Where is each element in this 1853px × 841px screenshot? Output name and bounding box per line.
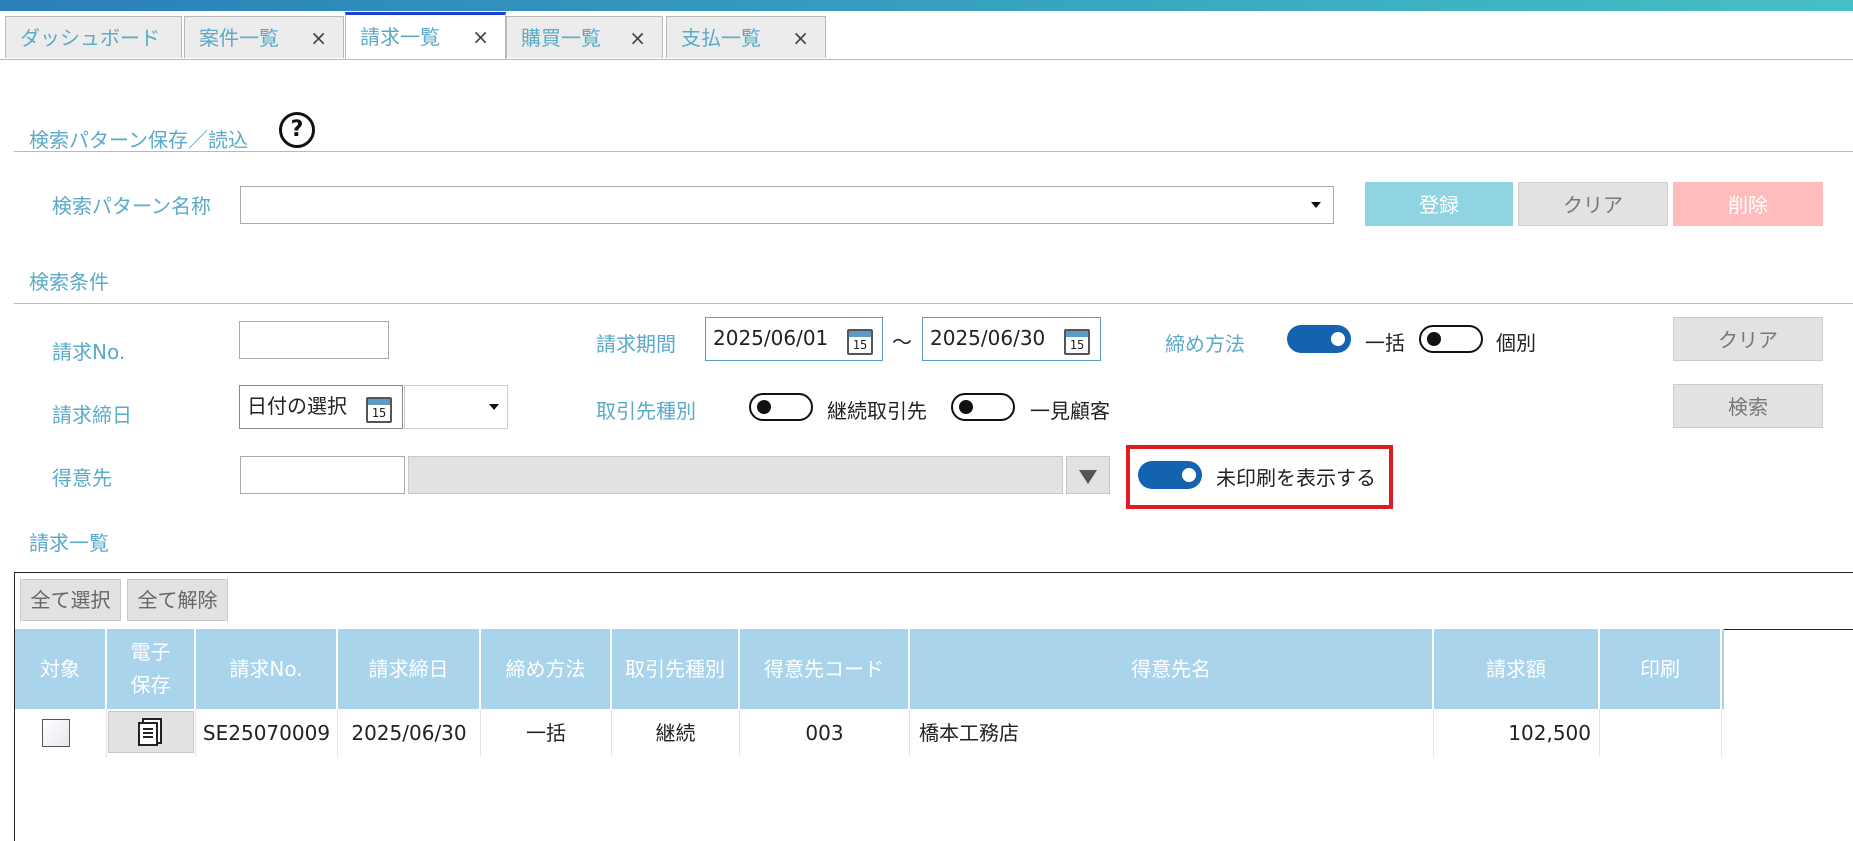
tab-label: 案件一覧 (199, 26, 279, 50)
search-conditions-section: 検索条件 (14, 262, 1853, 304)
tab-purchases[interactable]: 購買一覧 × (506, 16, 663, 58)
register-button[interactable]: 登録 (1365, 182, 1513, 226)
invoice-table: 全て選択 全て解除 対象 電子 保存 請求No. 請求締日 締め方法 取引先種別… (14, 572, 1853, 841)
close-icon[interactable]: × (310, 17, 327, 59)
pattern-name-select[interactable] (240, 186, 1334, 224)
delete-button[interactable]: 削除 (1673, 182, 1823, 226)
closing-date-label: 請求締日 (52, 403, 132, 427)
cell-partner-type: 継続 (612, 709, 740, 757)
cell-closing-date: 2025/06/30 (338, 709, 481, 757)
partner-type-label: 取引先種別 (596, 399, 696, 423)
table-header: 対象 電子 保存 請求No. 請求締日 締め方法 取引先種別 得意先コード 得意… (15, 629, 1724, 709)
help-icon[interactable]: ? (279, 112, 315, 148)
customer-name-field[interactable] (408, 456, 1063, 494)
customer-label: 得意先 (52, 466, 112, 490)
calendar-icon[interactable]: 15 (366, 397, 392, 423)
document-icon (138, 718, 162, 746)
invoice-no-input[interactable] (239, 321, 389, 359)
tab-invoices[interactable]: 請求一覧 × (345, 12, 506, 59)
cell-invoice-no: SE25070009 (196, 709, 338, 757)
e-storage-button[interactable] (108, 711, 194, 753)
column-header[interactable]: 対象 (15, 629, 107, 709)
search-button[interactable]: 検索 (1673, 384, 1823, 428)
partner-oneoff-label: 一見顧客 (1030, 399, 1110, 423)
closing-method-label: 締め方法 (1165, 332, 1245, 356)
closing-bulk-label: 一括 (1365, 331, 1405, 355)
unprinted-toggle[interactable] (1138, 461, 1202, 489)
period-from-date[interactable]: 2025/06/01 15 (705, 317, 883, 361)
period-separator: ～ (892, 330, 912, 354)
list-title: 請求一覧 (29, 531, 109, 555)
tab-dashboard[interactable]: ダッシュボード (5, 16, 182, 58)
deselect-all-button[interactable]: 全て解除 (127, 579, 228, 621)
column-header[interactable]: 請求額 (1434, 629, 1600, 709)
cell-print (1600, 709, 1722, 757)
calendar-icon[interactable]: 15 (1064, 329, 1090, 355)
close-icon[interactable]: × (472, 15, 489, 59)
tab-label: 請求一覧 (360, 25, 440, 49)
column-header[interactable]: 得意先名 (910, 629, 1434, 709)
unprinted-label: 未印刷を表示する (1216, 466, 1376, 490)
section-title: 検索パターン保存／読込 (29, 128, 248, 152)
row-checkbox[interactable] (42, 719, 70, 747)
closing-date-select[interactable] (404, 385, 508, 429)
pattern-name-label: 検索パターン名称 (52, 194, 211, 218)
invoice-no-label: 請求No. (52, 340, 126, 364)
period-to-date[interactable]: 2025/06/30 15 (922, 317, 1101, 361)
column-header[interactable]: 請求締日 (338, 629, 481, 709)
customer-code-input[interactable] (240, 456, 405, 494)
select-all-button[interactable]: 全て選択 (20, 579, 121, 621)
search-pattern-section: 検索パターン保存／読込 ? (14, 112, 1853, 152)
closing-individual-toggle[interactable] (1419, 325, 1483, 353)
column-header[interactable]: 締め方法 (481, 629, 612, 709)
partner-continuous-toggle[interactable] (749, 393, 813, 421)
calendar-icon[interactable]: 15 (847, 329, 873, 355)
partner-oneoff-toggle[interactable] (951, 393, 1015, 421)
cell-customer-code: 003 (740, 709, 910, 757)
tab-payments[interactable]: 支払一覧 × (666, 16, 826, 58)
app-top-bar (0, 0, 1853, 11)
column-header[interactable]: 得意先コード (740, 629, 910, 709)
column-header[interactable]: 取引先種別 (612, 629, 740, 709)
pattern-clear-button[interactable]: クリア (1518, 182, 1668, 226)
section-title: 検索条件 (29, 270, 109, 294)
chevron-down-icon (489, 404, 499, 410)
customer-dropdown-button[interactable] (1066, 456, 1110, 494)
tab-bar: ダッシュボード 案件一覧 × 請求一覧 × 購買一覧 × 支払一覧 × (0, 11, 1853, 60)
conditions-clear-button[interactable]: クリア (1673, 317, 1823, 361)
caret-down-icon (1079, 470, 1097, 484)
cell-closing-method: 一括 (481, 709, 612, 757)
tab-label: 支払一覧 (681, 26, 761, 50)
tab-label: ダッシュボード (20, 26, 160, 50)
closing-bulk-toggle[interactable] (1287, 325, 1351, 353)
column-header[interactable]: 印刷 (1600, 629, 1722, 709)
period-label: 請求期間 (596, 332, 676, 356)
closing-date-picker[interactable]: 日付の選択 15 (239, 385, 403, 429)
column-header[interactable]: 請求No. (196, 629, 338, 709)
chevron-down-icon (1311, 202, 1321, 208)
cell-amount: 102,500 (1434, 709, 1600, 757)
cell-customer-name: 橋本工務店 (910, 709, 1434, 757)
column-header[interactable]: 電子 保存 (107, 629, 196, 709)
closing-individual-label: 個別 (1496, 331, 1536, 355)
tab-projects[interactable]: 案件一覧 × (184, 16, 344, 58)
partner-continuous-label: 継続取引先 (827, 399, 927, 423)
tab-label: 購買一覧 (521, 26, 601, 50)
close-icon[interactable]: × (629, 17, 646, 59)
close-icon[interactable]: × (792, 17, 809, 59)
